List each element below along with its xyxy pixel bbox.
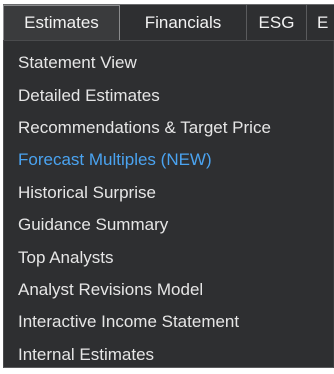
menu-item-interactive-income-statement[interactable]: Interactive Income Statement xyxy=(4,306,333,338)
estimates-dropdown-menu: Statement View Detailed Estimates Recomm… xyxy=(3,41,334,368)
menu-item-detailed-estimates[interactable]: Detailed Estimates xyxy=(4,79,333,111)
menu-item-recommendations-target-price[interactable]: Recommendations & Target Price xyxy=(4,112,333,144)
menu-item-analyst-revisions-model[interactable]: Analyst Revisions Model xyxy=(4,274,333,306)
menu-item-statement-view[interactable]: Statement View xyxy=(4,47,333,79)
menu-item-internal-estimates[interactable]: Internal Estimates xyxy=(4,339,333,371)
tab-estimates[interactable]: Estimates xyxy=(3,5,120,40)
tab-esg[interactable]: ESG xyxy=(247,5,307,40)
menu-item-forecast-multiples[interactable]: Forecast Multiples (NEW) xyxy=(4,144,333,176)
tab-financials[interactable]: Financials xyxy=(120,5,247,40)
menu-item-historical-surprise[interactable]: Historical Surprise xyxy=(4,177,333,209)
tab-partial[interactable]: E xyxy=(307,5,334,40)
tab-bar: Estimates Financials ESG E xyxy=(3,4,334,41)
menu-item-guidance-summary[interactable]: Guidance Summary xyxy=(4,209,333,241)
menu-item-top-analysts[interactable]: Top Analysts xyxy=(4,241,333,273)
menu-list: Statement View Detailed Estimates Recomm… xyxy=(4,41,333,371)
screenshot-frame: Estimates Financials ESG E Statement Vie… xyxy=(0,0,334,374)
